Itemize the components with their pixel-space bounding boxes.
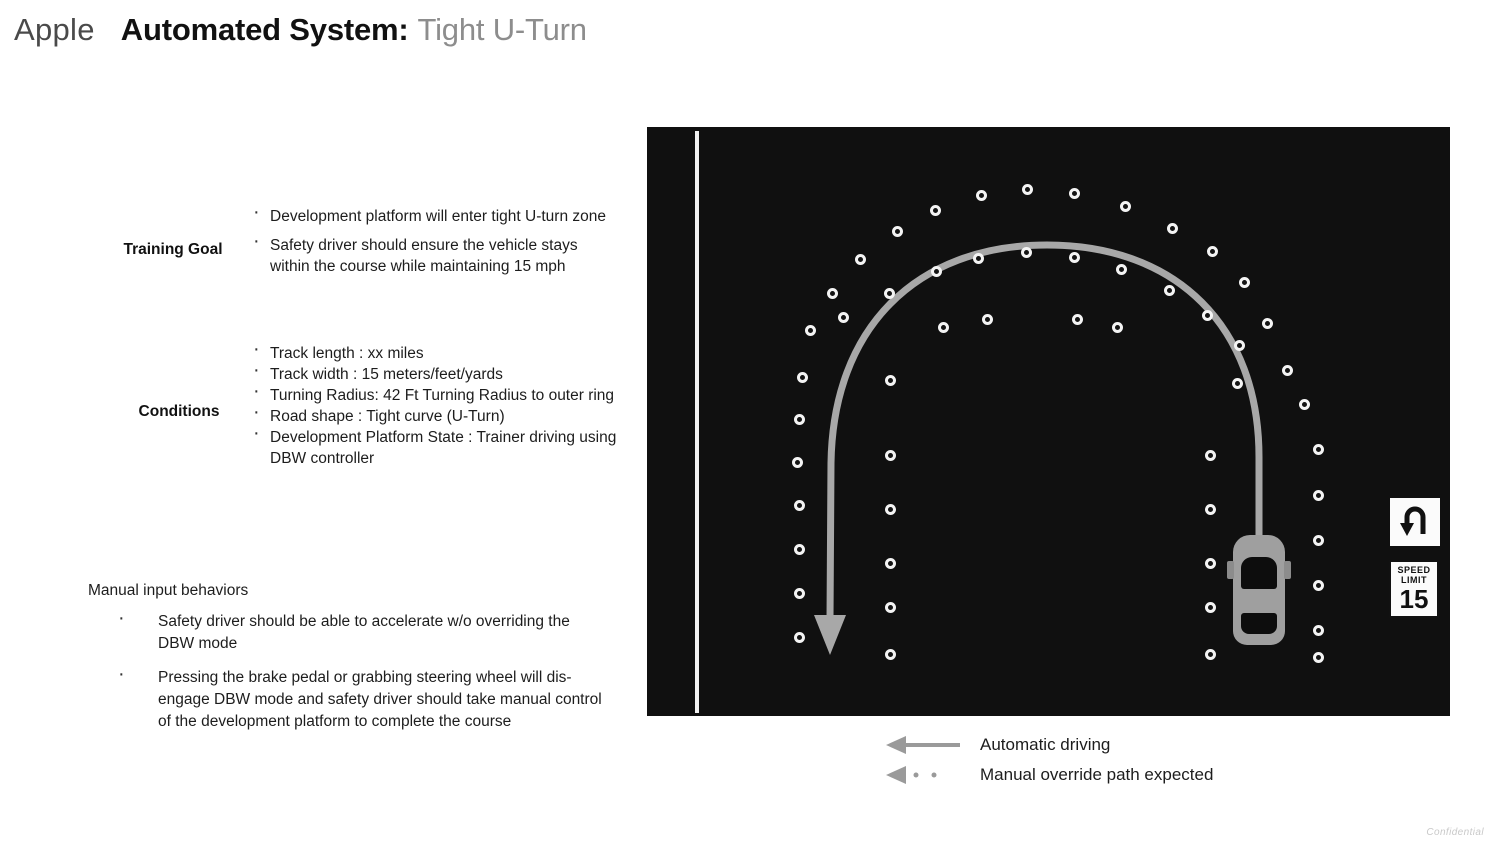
cone-marker [791, 456, 803, 468]
speed-limit-value: 15 [1399, 584, 1429, 614]
speed-limit-sign: SPEED LIMIT 15 [1389, 560, 1439, 618]
cone-marker [891, 225, 903, 237]
cone-marker [796, 371, 808, 383]
section-manual-input-behaviors: Manual input behaviors Safety driver sho… [88, 582, 608, 733]
cone-marker [884, 503, 896, 515]
section-conditions: Conditions Track length : xx miles Track… [110, 339, 628, 469]
training-goal-bullet-list: Development platform will enter tight U-… [248, 202, 613, 278]
cone-marker [1312, 579, 1324, 591]
manual-input-bullet-list: Safety driver should be able to accelera… [88, 607, 606, 733]
dotted-arrow-icon [886, 764, 964, 786]
cone-marker [793, 413, 805, 425]
cone-marker [981, 313, 993, 325]
cone-marker [930, 265, 942, 277]
list-item: Track width : 15 meters/feet/yards [248, 360, 628, 385]
car-rear-window [1241, 613, 1277, 634]
road-sign-group: SPEED LIMIT 15 [1387, 498, 1443, 618]
cone-marker [1068, 187, 1080, 199]
cone-marker [972, 252, 984, 264]
cone-marker [929, 204, 941, 216]
diagram-legend: Automatic driving Manual override path e… [886, 730, 1213, 790]
list-item: Turning Radius: 42 Ft Turning Radius to … [248, 381, 628, 406]
cone-marker [1204, 648, 1216, 660]
vehicle-icon [1227, 535, 1291, 645]
cone-marker [1111, 321, 1123, 333]
cone-marker [854, 253, 866, 265]
path-arrowhead [814, 615, 846, 655]
conditions-bullet-list: Track length : xx miles Track width : 15… [248, 339, 628, 469]
cone-marker [793, 499, 805, 511]
cone-marker [1281, 364, 1293, 376]
cone-marker [793, 631, 805, 643]
list-item: Safety driver should ensure the vehicle … [248, 231, 613, 278]
legend-row-manual: Manual override path expected [886, 760, 1213, 790]
cone-marker [1206, 245, 1218, 257]
cone-marker [1115, 263, 1127, 275]
cone-marker [1312, 443, 1324, 455]
cone-marker [1201, 309, 1213, 321]
cone-marker [1261, 317, 1273, 329]
u-turn-icon [1400, 506, 1426, 536]
cone-marker [1163, 284, 1175, 296]
cone-marker [826, 287, 838, 299]
cone-marker [884, 557, 896, 569]
cone-marker [1312, 624, 1324, 636]
legend-label: Manual override path expected [980, 765, 1214, 784]
cone-marker [884, 449, 896, 461]
section-label-conditions: Conditions [138, 403, 220, 420]
cone-marker [1312, 534, 1324, 546]
cone-marker [1020, 246, 1032, 258]
list-item: Development Platform State : Trainer dri… [248, 423, 628, 469]
cone-marker [1298, 398, 1310, 410]
vehicle-path-svg [814, 241, 1263, 655]
confidential-watermark: Confidential [1426, 827, 1484, 838]
cone-marker [1068, 251, 1080, 263]
cone-marker [837, 311, 849, 323]
section-training-goal: Training Goal Development platform will … [98, 202, 613, 278]
cone-marker [884, 601, 896, 613]
cone-marker [884, 648, 896, 660]
cone-marker [937, 321, 949, 333]
cone-marker [1071, 313, 1083, 325]
cone-marker [1312, 489, 1324, 501]
cone-marker [1233, 339, 1245, 351]
legend-row-automatic: Automatic driving [886, 730, 1213, 760]
cone-marker [1204, 449, 1216, 461]
list-item: Pressing the brake pedal or grabbing ste… [118, 663, 606, 733]
section-label-training-goal: Training Goal [123, 241, 223, 258]
cone-marker [1166, 222, 1178, 234]
cone-marker [1238, 276, 1250, 288]
cone-marker [884, 374, 896, 386]
cone-marker [1204, 557, 1216, 569]
cone-marker [1021, 183, 1033, 195]
left-content-column: Training Goal Development platform will … [0, 0, 640, 850]
car-mirror-left [1227, 561, 1234, 579]
car-windshield [1241, 557, 1277, 589]
list-item: Road shape : Tight curve (U-Turn) [248, 402, 628, 427]
car-mirror-right [1284, 561, 1291, 579]
course-diagram-panel [647, 127, 1450, 716]
legend-label: Automatic driving [980, 735, 1111, 754]
solid-arrow-icon [886, 734, 964, 756]
list-item: Safety driver should be able to accelera… [118, 607, 606, 655]
list-item: Track length : xx miles [248, 339, 628, 364]
cone-marker [1312, 651, 1324, 663]
u-turn-sign [1390, 498, 1440, 546]
cone-marker [793, 587, 805, 599]
cone-marker [1204, 503, 1216, 515]
cone-marker [883, 287, 895, 299]
cone-marker [1231, 377, 1243, 389]
cone-marker [793, 543, 805, 555]
manual-input-heading: Manual input behaviors [88, 582, 249, 599]
list-item: Development platform will enter tight U-… [248, 202, 613, 228]
cone-marker [804, 324, 816, 336]
speed-limit-word-1: SPEED [1397, 565, 1431, 575]
cone-marker [1119, 200, 1131, 212]
cone-marker [1204, 601, 1216, 613]
cone-marker [975, 189, 987, 201]
